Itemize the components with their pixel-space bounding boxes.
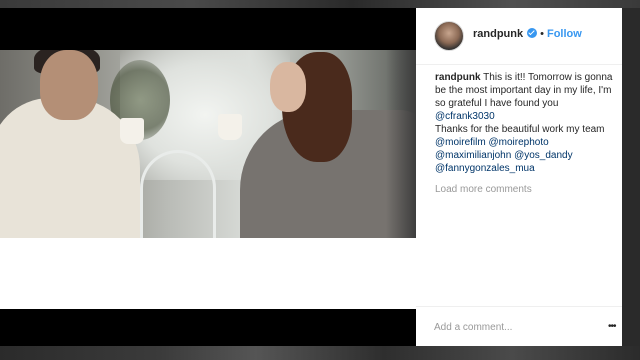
more-options-icon[interactable]: ••• [608,322,620,332]
verified-badge-icon [527,28,538,38]
load-more-comments-link[interactable]: Load more comments [435,183,617,196]
scene-chair [140,150,216,238]
caption-mention-fannygonzales[interactable]: @fannygonzales_mua [435,163,535,174]
scene-cup-left [120,118,144,144]
scene-man-head [40,50,98,120]
scene-woman-face [270,62,306,112]
follow-button[interactable]: Follow [547,28,582,40]
post-header: randpunk • Follow [416,8,622,65]
scene-cup-right [218,114,242,140]
caption-mention-moirephoto[interactable]: @moirephoto [489,137,549,148]
caption-mention-cfrank[interactable]: @cfrank3030 [435,111,495,122]
add-comment-input[interactable] [434,319,604,335]
post-media-panel[interactable] [0,8,416,346]
caption-author[interactable]: randpunk [435,72,481,83]
backdrop-feed-top [0,0,640,8]
caption-text-2: Thanks for the beautiful work my team [435,124,605,135]
scene-shadow [386,50,416,238]
post-username[interactable]: randpunk [473,28,523,40]
add-comment-section: ••• [416,306,622,347]
caption-mention-maximilianjohn[interactable]: @maximilianjohn [435,150,511,161]
header-separator: • [540,28,544,40]
comments-panel: randpunk • Follow randpunk This is it!! To… [416,8,622,346]
comments-list: randpunk This is it!! Tomorrow is gonna … [435,71,617,196]
caption-mention-moirefilm[interactable]: @moirefilm [435,137,486,148]
backdrop-feed-bottom [0,346,640,360]
post-video[interactable] [0,50,416,238]
avatar[interactable] [434,21,464,51]
post-header-line: randpunk • Follow [473,28,582,40]
caption: randpunk This is it!! Tomorrow is gonna … [435,71,617,175]
backdrop-feed-right [622,8,640,346]
caption-mention-yos-dandy[interactable]: @yos_dandy [514,150,573,161]
